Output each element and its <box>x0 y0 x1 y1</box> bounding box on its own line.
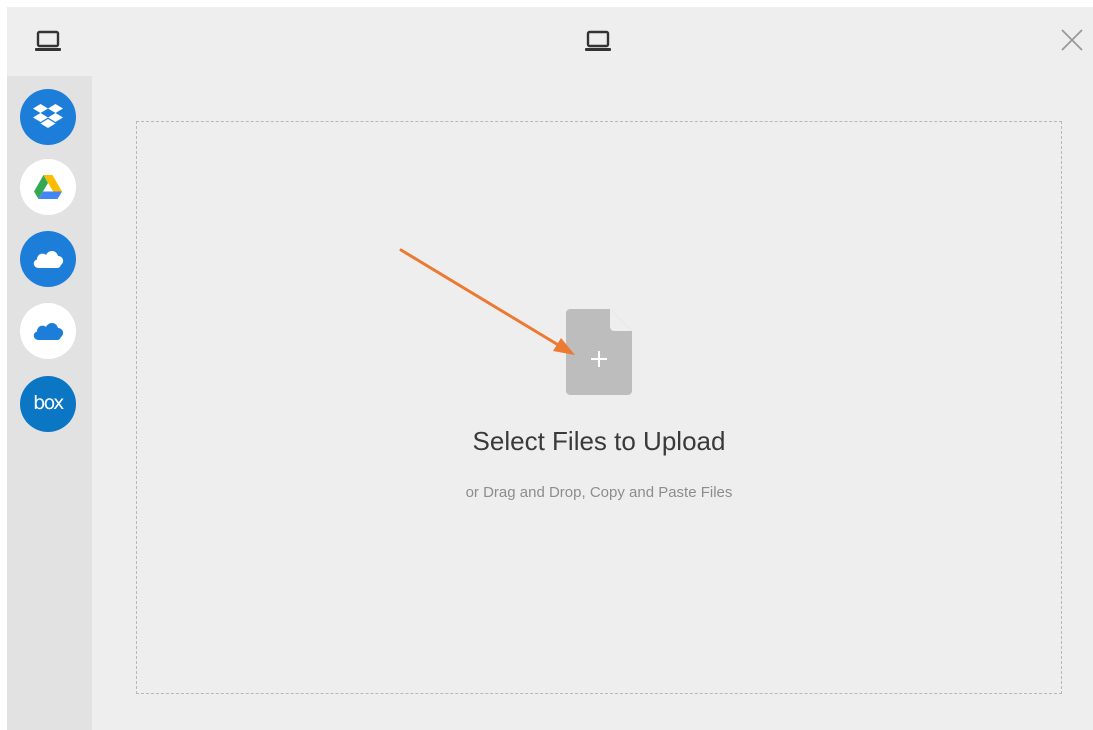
onedrive-icon <box>33 251 64 268</box>
upload-modal: box Select Files to Upload or Drag and D… <box>7 7 1093 730</box>
box-button[interactable]: box <box>20 376 76 432</box>
source-sidebar: box <box>7 76 92 730</box>
modal-header <box>7 7 1093 76</box>
google-drive-icon <box>34 174 62 199</box>
dropbox-icon <box>33 104 63 128</box>
box-icon: box <box>33 391 64 414</box>
onedrive-business-icon <box>33 323 64 340</box>
dropbox-button[interactable] <box>20 89 76 145</box>
dropzone-subtitle: or Drag and Drop, Copy and Paste Files <box>465 484 733 501</box>
dropzone-title[interactable]: Select Files to Upload <box>137 426 1061 457</box>
onedrive-business-button[interactable] <box>20 303 76 359</box>
close-icon[interactable] <box>1059 27 1085 53</box>
file-add-icon[interactable] <box>566 309 632 395</box>
laptop-icon[interactable] <box>32 27 64 55</box>
onedrive-button[interactable] <box>20 231 76 287</box>
google-drive-button[interactable] <box>20 159 76 215</box>
laptop-icon <box>582 27 614 55</box>
file-dropzone[interactable]: Select Files to Upload or Drag and Drop,… <box>136 121 1062 694</box>
